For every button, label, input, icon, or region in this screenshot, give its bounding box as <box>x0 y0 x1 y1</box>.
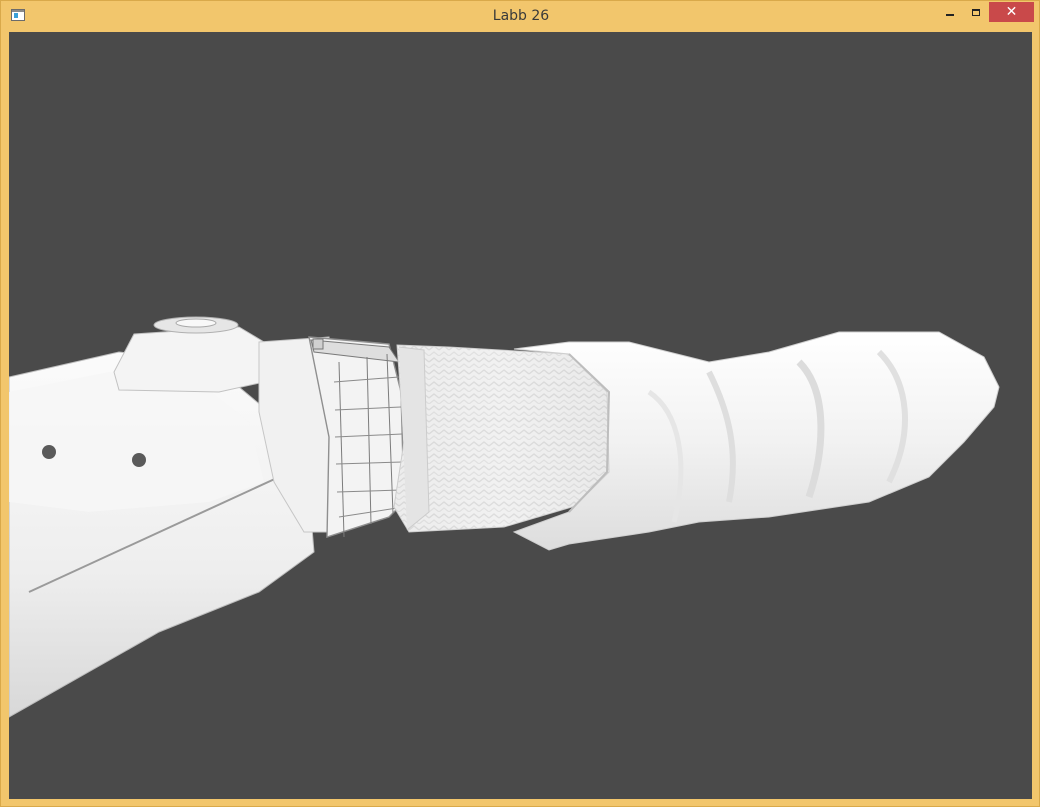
close-button[interactable]: ✕ <box>989 2 1034 22</box>
title-bar[interactable]: Labb 26 ✕ <box>1 1 1040 31</box>
minimize-icon <box>946 14 954 16</box>
minimize-button[interactable] <box>937 2 963 22</box>
close-icon: ✕ <box>1005 4 1018 20</box>
maximize-button[interactable] <box>963 2 989 22</box>
application-window: Labb 26 ✕ <box>0 0 1040 807</box>
maximize-icon <box>972 8 980 16</box>
render-viewport[interactable] <box>9 32 1032 799</box>
scene-render <box>9 316 1000 718</box>
thumb-shape <box>113 316 265 393</box>
window-title: Labb 26 <box>492 8 550 24</box>
